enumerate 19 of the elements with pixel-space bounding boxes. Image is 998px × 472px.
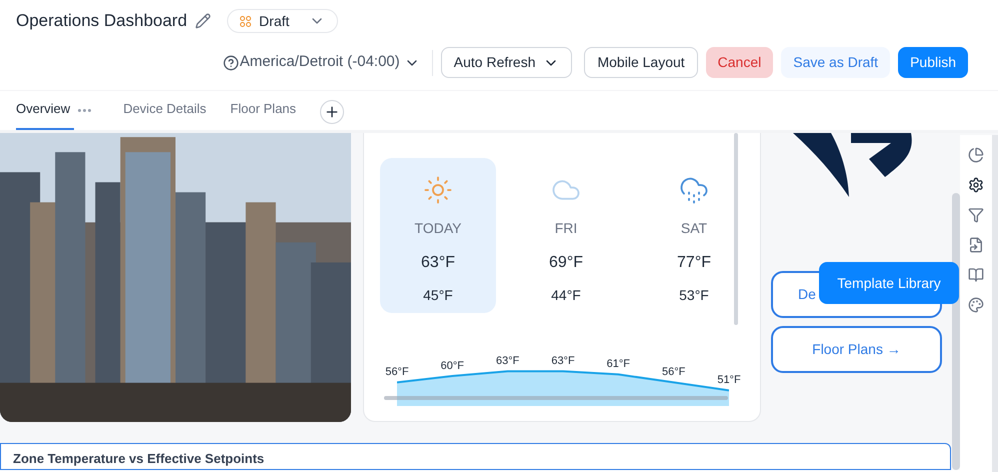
low-temp: 45°F — [423, 286, 453, 305]
high-temp: 63°F — [421, 253, 455, 273]
day-label: FRI — [554, 219, 578, 238]
chart-title: Zone Temperature vs Effective Setpoints — [13, 451, 266, 466]
temperature-label: 63°F — [496, 355, 520, 368]
temperature-label: 60°F — [440, 360, 464, 373]
dashboard-title: Operations Dashboard — [16, 10, 188, 32]
low-temp: 44°F — [551, 286, 581, 305]
high-temp: 69°F — [549, 253, 583, 273]
high-temp: 77°F — [677, 253, 711, 273]
temperature-label: 63°F — [551, 355, 575, 368]
temperature-label: 56°F — [662, 366, 686, 380]
day-label: SAT — [680, 219, 708, 238]
day-label: TODAY — [414, 219, 462, 238]
temperature-label: 61°F — [606, 358, 630, 372]
tooltip: Template Library — [819, 262, 959, 304]
low-temp: 53°F — [679, 286, 709, 305]
temperature-label: 56°F — [385, 366, 409, 380]
temperature-label: 51°F — [717, 374, 741, 388]
